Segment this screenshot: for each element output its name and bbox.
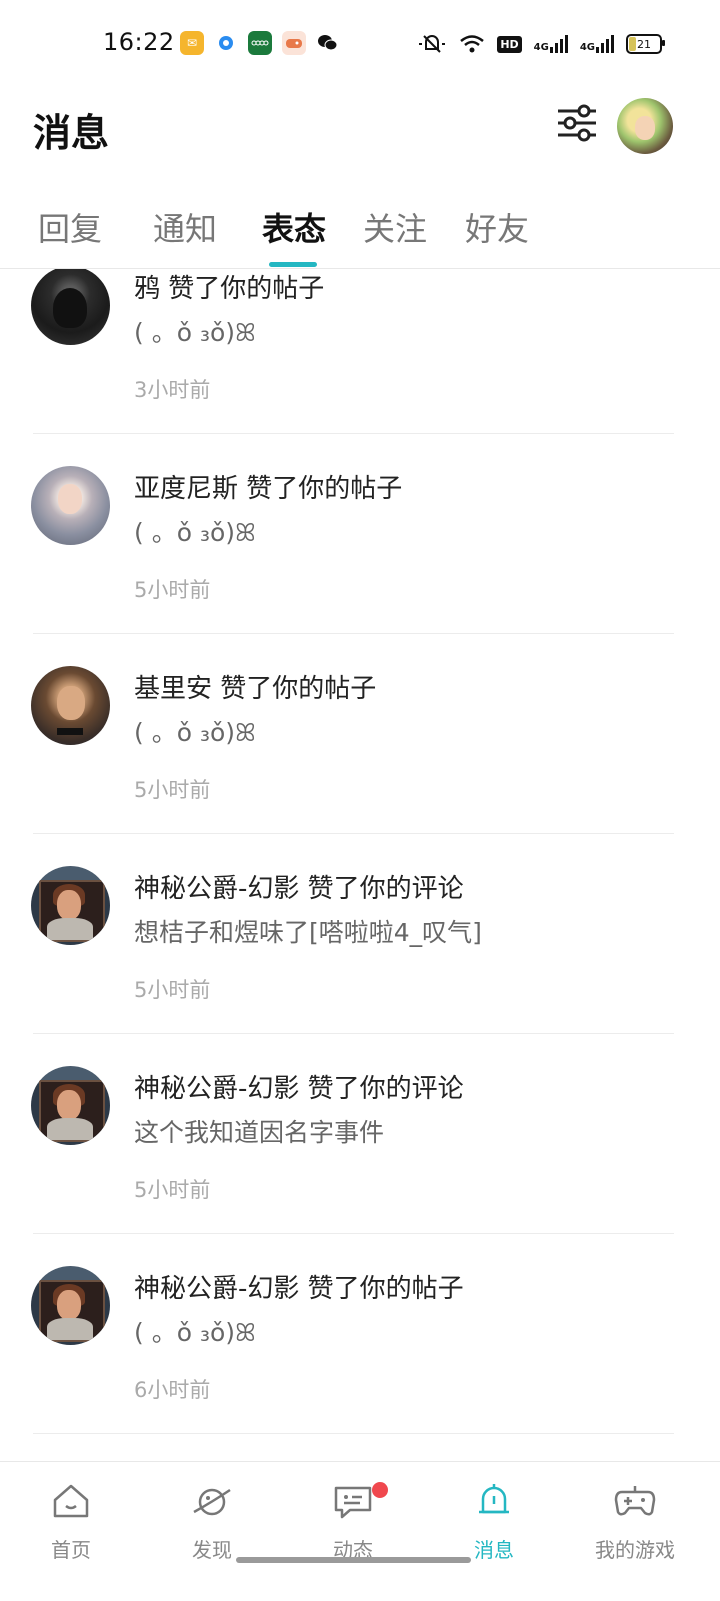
avatar[interactable] bbox=[31, 1266, 110, 1345]
hd-badge: HD bbox=[497, 35, 522, 53]
notification-time: 6小时前 bbox=[134, 1378, 211, 1402]
status-bar: 16:22 ✉ HD 4G 4G 21 bbox=[0, 0, 720, 88]
cellular-signal-2: 4G bbox=[580, 35, 614, 53]
notification-item[interactable]: 神秘公爵-幻影 赞了你的评论 想桔子和煜味了[嗒啦啦4_叹气] 5小时前 bbox=[0, 834, 720, 1034]
wifi-icon bbox=[459, 34, 485, 54]
gamepad-icon bbox=[614, 1486, 656, 1516]
notification-time: 3小时前 bbox=[134, 378, 211, 402]
notification-list: 鸦 赞了你的帖子 ( 。ǒ ₃ǒ)ꕤ 3小时前 亚度尼斯 赞了你的帖子 ( 。ǒ… bbox=[0, 269, 720, 1461]
avatar[interactable] bbox=[31, 866, 110, 945]
nav-discover[interactable]: 发现 bbox=[152, 1462, 272, 1572]
notification-title: 神秘公爵-幻影 赞了你的评论 bbox=[134, 1074, 464, 1104]
notification-title: 亚度尼斯 赞了你的帖子 bbox=[134, 474, 403, 504]
game-app-icon bbox=[282, 31, 306, 55]
feed-chat-icon bbox=[334, 1486, 372, 1519]
nav-label: 我的游戏 bbox=[595, 1538, 675, 1562]
discover-planet-icon bbox=[193, 1488, 231, 1516]
tab-reactions[interactable]: 表态 bbox=[262, 204, 326, 250]
notification-title: 鸦 赞了你的帖子 bbox=[134, 274, 325, 304]
tab-friends[interactable]: 好友 bbox=[465, 204, 529, 250]
mute-bell-icon bbox=[417, 33, 447, 55]
notification-content: ( 。ǒ ₃ǒ)ꕤ bbox=[134, 1318, 256, 1347]
divider bbox=[33, 1433, 674, 1434]
notification-content: ( 。ǒ ₃ǒ)ꕤ bbox=[134, 718, 256, 747]
message-tabs: 回复 通知 表态 关注 好友 bbox=[0, 190, 720, 269]
home-icon bbox=[53, 1484, 89, 1518]
status-time: 16:22 bbox=[103, 28, 175, 56]
oppo-app-icon bbox=[248, 31, 272, 55]
battery-percent: 21 bbox=[637, 37, 651, 51]
avatar[interactable] bbox=[31, 666, 110, 745]
notification-time: 5小时前 bbox=[134, 578, 211, 602]
tab-notifications[interactable]: 通知 bbox=[153, 204, 217, 250]
bottom-navigation: 首页 发现 动态 消息 我的游戏 bbox=[0, 1461, 720, 1601]
nav-my-games[interactable]: 我的游戏 bbox=[575, 1462, 695, 1572]
mail-app-icon: ✉ bbox=[180, 31, 204, 55]
browser-app-icon bbox=[214, 31, 238, 55]
tab-replies[interactable]: 回复 bbox=[38, 204, 102, 250]
home-indicator[interactable] bbox=[236, 1557, 471, 1563]
bell-icon bbox=[479, 1484, 509, 1514]
cellular-signal-1: 4G bbox=[534, 35, 568, 53]
sliders-icon bbox=[558, 104, 596, 142]
notification-item[interactable]: 神秘公爵-幻影 赞了你的评论 这个我知道因名字事件 5小时前 bbox=[0, 1034, 720, 1234]
notification-item[interactable]: 亚度尼斯 赞了你的帖子 ( 。ǒ ₃ǒ)ꕤ 5小时前 bbox=[0, 434, 720, 634]
wechat-app-icon bbox=[316, 31, 340, 55]
notification-time: 5小时前 bbox=[134, 778, 211, 802]
nav-home[interactable]: 首页 bbox=[11, 1462, 131, 1572]
notification-item[interactable]: 鸦 赞了你的帖子 ( 。ǒ ₃ǒ)ꕤ 3小时前 bbox=[0, 269, 720, 434]
avatar[interactable] bbox=[31, 1066, 110, 1145]
notification-badge-dot bbox=[372, 1482, 388, 1498]
filter-settings-button[interactable] bbox=[556, 102, 598, 144]
nav-messages[interactable]: 消息 bbox=[434, 1462, 554, 1572]
user-avatar[interactable] bbox=[617, 98, 673, 154]
battery-level bbox=[629, 37, 636, 51]
active-tab-indicator bbox=[269, 262, 317, 267]
notification-item[interactable]: 神秘公爵-幻影 赞了你的帖子 ( 。ǒ ₃ǒ)ꕤ 6小时前 bbox=[0, 1234, 720, 1434]
status-app-icons: ✉ bbox=[180, 30, 340, 56]
notification-title: 神秘公爵-幻影 赞了你的评论 bbox=[134, 874, 464, 904]
status-system-icons: HD 4G 4G 21 bbox=[417, 30, 665, 58]
nav-feed[interactable]: 动态 bbox=[293, 1462, 413, 1572]
nav-label: 首页 bbox=[51, 1538, 91, 1562]
notification-time: 5小时前 bbox=[134, 978, 211, 1002]
notification-time: 5小时前 bbox=[134, 1178, 211, 1202]
notification-title: 基里安 赞了你的帖子 bbox=[134, 674, 377, 704]
page-title: 消息 bbox=[33, 111, 110, 155]
battery-icon: 21 bbox=[626, 34, 665, 54]
notification-content: 这个我知道因名字事件 bbox=[134, 1118, 385, 1147]
notification-content: ( 。ǒ ₃ǒ)ꕤ bbox=[134, 318, 256, 347]
tab-follows[interactable]: 关注 bbox=[363, 204, 427, 250]
notification-item[interactable]: 基里安 赞了你的帖子 ( 。ǒ ₃ǒ)ꕤ 5小时前 bbox=[0, 634, 720, 834]
notification-title: 神秘公爵-幻影 赞了你的帖子 bbox=[134, 1274, 464, 1304]
notification-content: 想桔子和煜味了[嗒啦啦4_叹气] bbox=[134, 918, 482, 947]
avatar[interactable] bbox=[31, 269, 110, 345]
notification-content: ( 。ǒ ₃ǒ)ꕤ bbox=[134, 518, 256, 547]
avatar[interactable] bbox=[31, 466, 110, 545]
